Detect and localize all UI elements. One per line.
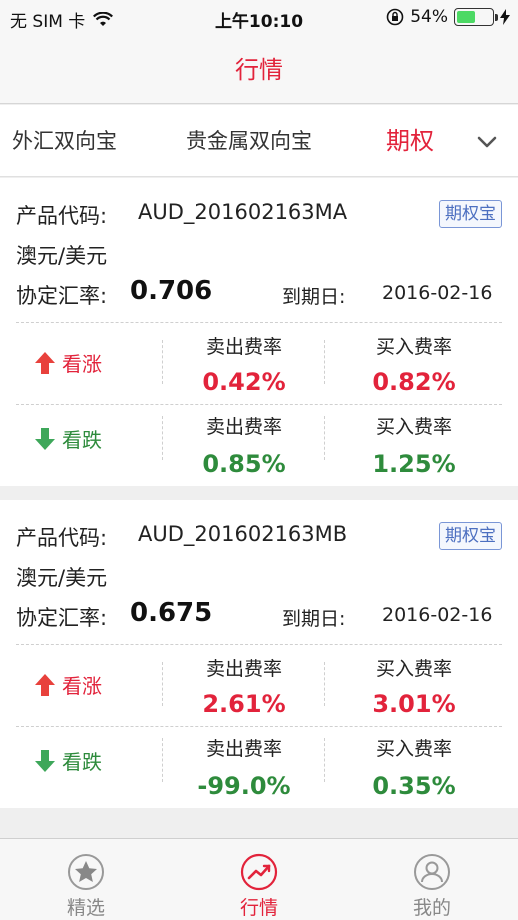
put-buy-rate: 1.25% (372, 450, 456, 478)
bottom-tab-bar: 精选 行情 我的 (0, 838, 518, 920)
put-sell-rate: -99.0% (197, 772, 291, 800)
put-label: 看跌 (62, 428, 102, 452)
divider (324, 662, 325, 706)
product-code: AUD_201602163MA (138, 200, 348, 224)
strike-rate-label: 协定汇率: (16, 606, 108, 630)
divider (324, 416, 325, 460)
call-buy-rate: 0.82% (372, 368, 456, 396)
arrow-up-icon (35, 351, 55, 374)
expiry-date: 2016-02-16 (382, 282, 493, 304)
buy-rate-label: 买入费率 (375, 738, 452, 760)
star-icon (68, 854, 104, 890)
page-title: 行情 (235, 56, 283, 84)
sell-rate-label: 卖出费率 (205, 416, 282, 438)
tab-profile[interactable]: 我的 (372, 839, 492, 920)
tab-forex-two-way[interactable]: 外汇双向宝 (12, 105, 117, 177)
battery-percent: 54% (410, 7, 448, 27)
put-option-row[interactable]: 看跌 (34, 424, 102, 453)
trend-chart-icon (240, 853, 278, 891)
put-buy-rate: 0.35% (372, 772, 456, 800)
arrow-down-icon (35, 749, 55, 772)
divider (162, 662, 163, 706)
expiry-label: 到期日: (282, 608, 346, 630)
call-label: 看涨 (62, 352, 102, 376)
divider (324, 340, 325, 384)
sell-rate-label: 卖出费率 (205, 738, 282, 760)
tab-featured-label: 精选 (66, 897, 105, 919)
battery-icon (454, 8, 498, 26)
battery-level (457, 11, 476, 23)
put-sell-rate: 0.85% (202, 450, 286, 478)
divider (16, 644, 502, 645)
product-card[interactable]: 产品代码: AUD_201602163MB 期权宝 澳元/美元 协定汇率: 0.… (0, 500, 518, 808)
call-sell-rate: 0.42% (202, 368, 286, 396)
tab-options[interactable]: 期权 (386, 105, 434, 177)
sell-rate-label: 卖出费率 (205, 658, 282, 680)
put-label: 看跌 (62, 750, 102, 774)
divider (162, 738, 163, 782)
chevron-down-icon[interactable] (476, 131, 498, 153)
tab-featured[interactable]: 精选 (26, 839, 146, 920)
divider (16, 726, 502, 727)
divider (162, 340, 163, 384)
product-type-badge: 期权宝 (439, 522, 502, 550)
arrow-up-icon (35, 673, 55, 696)
nav-bar: 行情 (0, 36, 518, 104)
charging-icon (500, 9, 510, 25)
currency-pair: 澳元/美元 (16, 244, 108, 268)
product-type-badge: 期权宝 (439, 200, 502, 228)
strike-rate-value: 0.706 (130, 276, 213, 306)
call-buy-rate: 3.01% (372, 690, 456, 718)
call-option-row[interactable]: 看涨 (34, 670, 102, 699)
call-sell-rate: 2.61% (202, 690, 286, 718)
product-code: AUD_201602163MB (138, 522, 348, 546)
category-tabs: 外汇双向宝 贵金属双向宝 期权 (0, 105, 518, 177)
tab-market-label: 行情 (239, 897, 278, 919)
strike-rate-value: 0.675 (130, 598, 213, 628)
tab-precious-metal-two-way[interactable]: 贵金属双向宝 (186, 105, 312, 177)
status-bar: 无 SIM 卡 上午10:10 54% (0, 0, 518, 36)
expiry-date: 2016-02-16 (382, 604, 493, 626)
product-code-label: 产品代码: (16, 204, 108, 228)
expiry-label: 到期日: (282, 286, 346, 308)
divider (16, 322, 502, 323)
user-icon (414, 854, 450, 890)
call-label: 看涨 (62, 674, 102, 698)
orientation-lock-icon (386, 8, 404, 26)
product-card[interactable]: 产品代码: AUD_201602163MA 期权宝 澳元/美元 协定汇率: 0.… (0, 178, 518, 486)
strike-rate-label: 协定汇率: (16, 284, 108, 308)
arrow-down-icon (35, 427, 55, 450)
tab-market[interactable]: 行情 (199, 839, 319, 920)
call-option-row[interactable]: 看涨 (34, 348, 102, 377)
divider (162, 416, 163, 460)
buy-rate-label: 买入费率 (375, 416, 452, 438)
put-option-row[interactable]: 看跌 (34, 746, 102, 775)
divider (16, 404, 502, 405)
sell-rate-label: 卖出费率 (205, 336, 282, 358)
currency-pair: 澳元/美元 (16, 566, 108, 590)
product-code-label: 产品代码: (16, 526, 108, 550)
tab-profile-label: 我的 (412, 897, 451, 919)
buy-rate-label: 买入费率 (375, 336, 452, 358)
buy-rate-label: 买入费率 (375, 658, 452, 680)
divider (324, 738, 325, 782)
